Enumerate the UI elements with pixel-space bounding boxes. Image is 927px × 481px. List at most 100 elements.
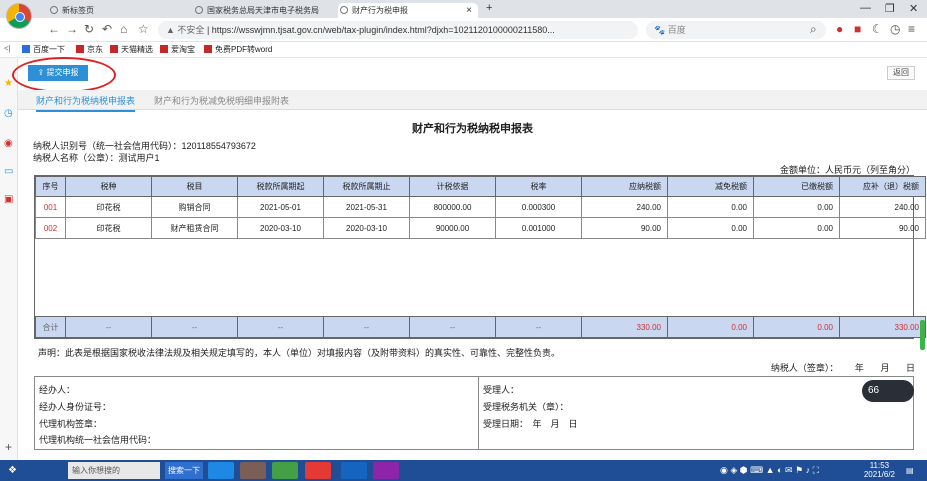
cell-tax-payable: 90.00 [581, 217, 668, 239]
taskbar-input[interactable]: 输入你想搜的 [68, 462, 160, 479]
taskbar-search-button[interactable]: 搜索一下 [165, 462, 203, 479]
tab-property-tax[interactable]: 财产行为税申报 × [338, 3, 478, 18]
warning-icon: ▲ [166, 25, 178, 35]
word-icon[interactable] [341, 462, 367, 479]
extension-icon[interactable]: ● [836, 22, 843, 36]
close-window-icon[interactable]: ✕ [909, 2, 918, 15]
extension-icon[interactable]: ■ [854, 22, 861, 36]
cell-tax-base: 800000.00 [409, 196, 496, 218]
cell-tax-type: 印花税 [65, 196, 152, 218]
sign-month: 月 [880, 363, 890, 373]
tab-tax-declaration[interactable]: 财产和行为税纳税申报表 [36, 94, 136, 112]
app-icon[interactable] [240, 462, 266, 479]
bookmark-tmall[interactable]: 天猫精选 [110, 44, 153, 55]
menu-icon[interactable]: ≡ [908, 22, 915, 36]
total-cell: -- [409, 316, 496, 338]
weibo-icon[interactable]: ◉ [4, 138, 13, 149]
cell-tax-item: 财产租赁合同 [151, 217, 238, 239]
undo-icon[interactable]: ↶ [102, 22, 112, 36]
notification-icon[interactable]: ▤ [906, 462, 914, 479]
table-row[interactable]: 002 印花税 财产租赁合同 2020-03-10 2020-03-10 900… [35, 217, 926, 239]
declaration-table: 序号 税种 税目 税款所属期起 税款所属期止 计税依据 税率 应纳税额 减免税额… [34, 175, 926, 339]
minimize-icon[interactable]: — [860, 2, 871, 14]
total-cell: -- [495, 316, 582, 338]
address-bar[interactable]: ▲ 不安全 | https://wsswjmn.tjsat.gov.cn/web… [158, 21, 638, 39]
star-icon[interactable]: ☆ [138, 22, 149, 36]
favorites-icon[interactable]: ★ [4, 78, 13, 89]
tab-close-icon[interactable]: × [466, 3, 472, 18]
new-tab-button[interactable]: + [486, 2, 492, 14]
forward-arrow-icon[interactable]: → [66, 22, 78, 36]
cell-tax-paid: 0.00 [753, 217, 840, 239]
submit-declaration-button[interactable]: ⇪ 提交申报 [28, 65, 88, 81]
receiving-date-label: 受理日期： 年 月 日 [483, 419, 578, 429]
cell-tax-paid: 0.00 [753, 196, 840, 218]
sidebar-toggle-icon[interactable]: <| [4, 44, 11, 53]
history-icon[interactable]: ◷ [4, 108, 13, 119]
sign-label: 纳税人（签章）： [770, 363, 839, 373]
total-cell: -- [323, 316, 410, 338]
row-index[interactable]: 001 [35, 196, 66, 218]
total-cell: -- [151, 316, 238, 338]
scrollbar[interactable] [920, 320, 925, 350]
cell-tax-type: 印花税 [65, 217, 152, 239]
back-arrow-icon[interactable]: ← [48, 22, 60, 36]
table-row[interactable]: 001 印花税 购销合同 2021-05-01 2021-05-31 80000… [35, 196, 926, 218]
cell-period-start: 2021-05-01 [237, 196, 324, 218]
total-row: 合计 -- -- -- -- -- -- 330.00 0.00 0.00 33… [35, 316, 926, 338]
history-icon[interactable]: ◷ [890, 22, 900, 36]
restore-icon[interactable]: ❐ [885, 2, 895, 15]
browser-tab-strip: 新标签页 国家税务总局天津市电子税务局 财产行为税申报 × + — ❐ ✕ [0, 0, 927, 29]
col-header: 应补（退）税额 [839, 176, 926, 197]
row-index[interactable]: 002 [35, 217, 66, 239]
bookmark-pdf[interactable]: 免费PDF转word [204, 44, 272, 55]
cell-tax-reduction: 0.00 [667, 217, 754, 239]
col-header: 减免税额 [667, 176, 754, 197]
tab-new-tab[interactable]: 新标签页 [48, 3, 188, 18]
agency-seal-label: 代理机构签章： [39, 419, 103, 429]
total-label: 合计 [35, 316, 66, 338]
tab-reduction-schedule[interactable]: 财产和行为税减免税明细申报附表 [154, 94, 289, 107]
speed-widget[interactable]: 66 [862, 380, 914, 402]
tab-tax-bureau[interactable]: 国家税务总局天津市电子税务局 [193, 3, 333, 18]
chrome-icon[interactable] [305, 462, 331, 479]
col-header: 已缴税额 [753, 176, 840, 197]
sign-year: 年 [854, 363, 864, 373]
col-header: 税款所属期起 [237, 176, 324, 197]
tab-favicon-icon [195, 6, 203, 14]
ie-icon[interactable] [208, 462, 234, 479]
home-icon[interactable]: ⌂ [120, 22, 127, 36]
col-header: 税款所属期止 [323, 176, 410, 197]
form-title: 财产和行为税纳税申报表 [412, 123, 533, 135]
sign-day: 日 [905, 363, 915, 373]
moon-icon[interactable]: ☾ [872, 22, 883, 36]
bookmark-taobao[interactable]: 爱淘宝 [160, 44, 195, 55]
cell-tax-due: 90.00 [839, 217, 926, 239]
receiver-label: 受理人： [483, 385, 520, 395]
baidu-icon: 🐾 [654, 25, 668, 35]
return-button[interactable]: 返回 [887, 66, 915, 80]
app-icon[interactable]: ▣ [4, 194, 13, 205]
reload-icon[interactable]: ↻ [84, 22, 94, 36]
bookmark-jd[interactable]: 京东 [76, 44, 103, 55]
cell-tax-item: 购销合同 [151, 196, 238, 218]
tray-icons[interactable]: ◉ ◈ ⬢ ⌨ ▲ ◐ ✉ ⚑ ♪ ⛶ [720, 462, 819, 479]
taxpayer-signature: 纳税人（签章）： 年 月 日 [771, 361, 915, 374]
browser-logo-icon[interactable] [6, 3, 32, 29]
start-icon[interactable]: ❖ [8, 462, 17, 479]
app-icon[interactable] [373, 462, 399, 479]
sidebar-add-icon[interactable]: + [5, 440, 12, 454]
search-icon[interactable]: ⌕ [810, 22, 817, 37]
browser-icon[interactable] [272, 462, 298, 479]
cell-period-end: 2020-03-10 [323, 217, 410, 239]
section-divider [478, 377, 479, 449]
tax-form-page: ⇪ 提交申报 返回 财产和行为税纳税申报表 财产和行为税减免税明细申报附表 财产… [12, 57, 927, 460]
search-input[interactable]: 🐾 百度 [646, 21, 826, 39]
taskbar: ❖ 输入你想搜的 搜索一下 ◉ ◈ ⬢ ⌨ ▲ ◐ ✉ ⚑ ♪ ⛶ 11:53 … [0, 460, 927, 481]
system-clock[interactable]: 11:53 2021/6/2 [864, 462, 895, 479]
bookmark-baidu[interactable]: 百度一下 [22, 44, 65, 55]
col-header: 应纳税额 [581, 176, 668, 197]
tab-favicon-icon [50, 6, 58, 14]
col-header: 税目 [151, 176, 238, 197]
window-icon[interactable]: ▭ [4, 166, 13, 177]
